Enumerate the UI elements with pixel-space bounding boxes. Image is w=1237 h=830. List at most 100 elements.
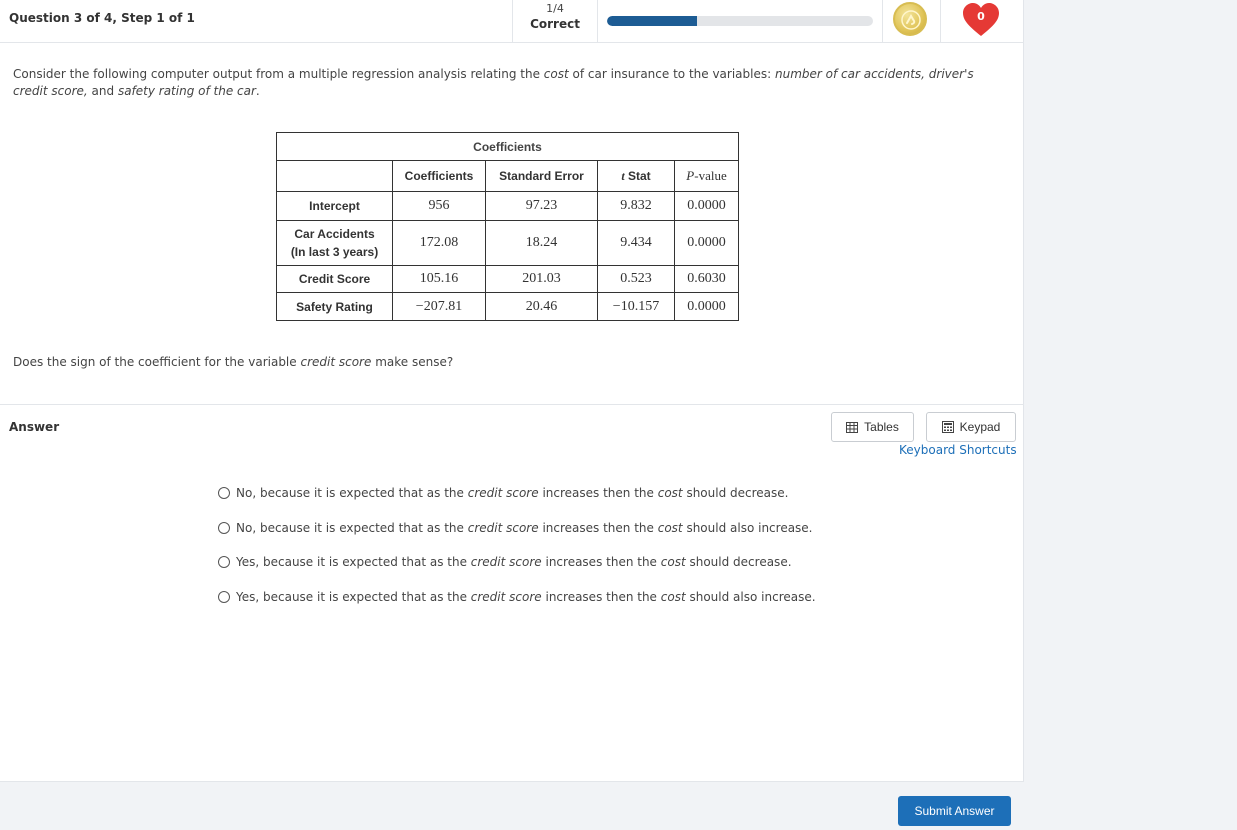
keypad-icon <box>941 421 954 433</box>
std-error-cell: 20.46 <box>485 292 598 321</box>
header-divider <box>940 0 941 42</box>
question-header: Question 3 of 4, Step 1 of 1 1/4 Correct… <box>0 0 1024 43</box>
table-header-coefficients: Coefficients <box>392 160 486 192</box>
option-text-part: No, because it is expected that as the <box>236 521 468 535</box>
std-error-cell: 201.03 <box>485 265 598 293</box>
p-value-cell: 0.0000 <box>674 191 739 221</box>
table-row: Car Accidents (In last 3 years) 172.08 1… <box>276 220 739 266</box>
submit-answer-button[interactable]: Submit Answer <box>898 796 1011 826</box>
radio-button[interactable] <box>218 487 230 499</box>
option-emphasis: credit score <box>467 486 539 500</box>
row-label-line: Car Accidents <box>294 227 375 241</box>
score-indicator: 1/4 Correct <box>513 2 597 32</box>
question-text-part: make sense? <box>371 355 454 369</box>
table-row: Safety Rating −207.81 20.46 −10.157 0.00… <box>276 292 739 321</box>
question-text-part: Does the sign of the coefficient for the… <box>13 355 301 369</box>
row-label: Credit Score <box>276 265 393 293</box>
option-text-part: Yes, because it is expected that as the <box>236 590 471 604</box>
tables-button[interactable]: Tables <box>831 412 914 442</box>
option-text-part: should also increase. <box>682 521 813 535</box>
coefficient-cell: 172.08 <box>392 220 486 266</box>
answer-option[interactable]: Yes, because it is expected that as the … <box>218 555 792 569</box>
option-text: Yes, because it is expected that as the … <box>236 590 816 604</box>
option-text-part: should also increase. <box>685 590 816 604</box>
option-text-part: Yes, because it is expected that as the <box>236 555 471 569</box>
answer-label: Answer <box>9 420 60 434</box>
keypad-button[interactable]: Keypad <box>926 412 1016 442</box>
heart-count: 0 <box>977 10 985 23</box>
header-divider <box>882 0 883 42</box>
p-value-cell: 0.0000 <box>674 220 739 266</box>
progress-fill <box>607 16 698 26</box>
prompt-text: of car insurance to the variables: <box>568 67 775 81</box>
radio-button[interactable] <box>218 591 230 603</box>
question-prompt: Consider the following computer output f… <box>13 66 993 100</box>
progress-bar <box>607 16 873 26</box>
p-value-cell: 0.0000 <box>674 292 739 321</box>
prompt-emphasis: cost <box>543 67 569 81</box>
t-stat-cell: 0.523 <box>597 265 675 293</box>
coefficient-cell: −207.81 <box>392 292 486 321</box>
question-emphasis: credit score <box>300 355 372 369</box>
footer-bar <box>0 781 1024 830</box>
coefficient-cell: 105.16 <box>392 265 486 293</box>
answer-option[interactable]: Yes, because it is expected that as the … <box>218 590 816 604</box>
row-label: Safety Rating <box>276 292 393 321</box>
section-divider <box>0 404 1024 405</box>
prompt-text: and <box>87 84 118 98</box>
option-emphasis: cost <box>657 521 683 535</box>
coefficients-table: Coefficients Coefficients Standard Error… <box>276 132 739 321</box>
option-text-part: should decrease. <box>682 486 789 500</box>
table-header-empty <box>276 160 393 192</box>
question-panel: Question 3 of 4, Step 1 of 1 1/4 Correct… <box>0 0 1024 830</box>
table-icon <box>846 421 859 433</box>
answer-option[interactable]: No, because it is expected that as the c… <box>218 486 788 500</box>
p-value-label: -value <box>694 168 727 183</box>
keyboard-shortcuts-link[interactable]: Keyboard Shortcuts <box>899 443 1017 457</box>
option-text-part: No, because it is expected that as the <box>236 486 468 500</box>
t-stat-cell: 9.832 <box>597 191 675 221</box>
table-header-t-stat: t Stat <box>597 160 675 192</box>
std-error-cell: 97.23 <box>485 191 598 221</box>
prompt-emphasis: safety rating of the car <box>117 84 256 98</box>
score-status: Correct <box>530 17 580 31</box>
option-text-part: increases then the <box>538 486 658 500</box>
option-text: Yes, because it is expected that as the … <box>236 555 792 569</box>
row-label: Intercept <box>276 191 393 221</box>
option-text-part: increases then the <box>541 555 661 569</box>
row-label: Car Accidents (In last 3 years) <box>276 220 393 266</box>
t-stat-label: Stat <box>624 168 651 183</box>
option-emphasis: credit score <box>470 590 542 604</box>
question-text: Does the sign of the coefficient for the… <box>13 355 453 369</box>
option-text: No, because it is expected that as the c… <box>236 521 813 535</box>
option-text-part: should decrease. <box>685 555 792 569</box>
header-divider <box>597 0 598 42</box>
option-emphasis: cost <box>660 555 686 569</box>
option-emphasis: credit score <box>467 521 539 535</box>
score-fraction: 1/4 <box>546 2 564 15</box>
table-header-p-value: P-value <box>674 160 739 192</box>
radio-button[interactable] <box>218 556 230 568</box>
coin-badge-icon[interactable] <box>893 2 927 36</box>
tables-label: Tables <box>864 420 899 434</box>
option-emphasis: cost <box>657 486 683 500</box>
t-stat-cell: −10.157 <box>597 292 675 321</box>
prompt-text: . <box>255 84 260 98</box>
option-text-part: increases then the <box>538 521 658 535</box>
std-error-cell: 18.24 <box>485 220 598 266</box>
row-label-line: (In last 3 years) <box>290 245 379 259</box>
table-header-std-error: Standard Error <box>485 160 598 192</box>
p-value-cell: 0.6030 <box>674 265 739 293</box>
table-row: Credit Score 105.16 201.03 0.523 0.6030 <box>276 265 739 293</box>
prompt-text: Consider the following computer output f… <box>13 67 544 81</box>
question-step-label: Question 3 of 4, Step 1 of 1 <box>9 11 195 25</box>
radio-button[interactable] <box>218 522 230 534</box>
side-gutter <box>1025 0 1237 830</box>
table-caption: Coefficients <box>276 132 739 161</box>
option-text: No, because it is expected that as the c… <box>236 486 788 500</box>
option-text-part: increases then the <box>541 590 661 604</box>
table-row: Intercept 956 97.23 9.832 0.0000 <box>276 191 739 221</box>
coefficient-cell: 956 <box>392 191 486 221</box>
option-emphasis: credit score <box>470 555 542 569</box>
answer-option[interactable]: No, because it is expected that as the c… <box>218 521 813 535</box>
